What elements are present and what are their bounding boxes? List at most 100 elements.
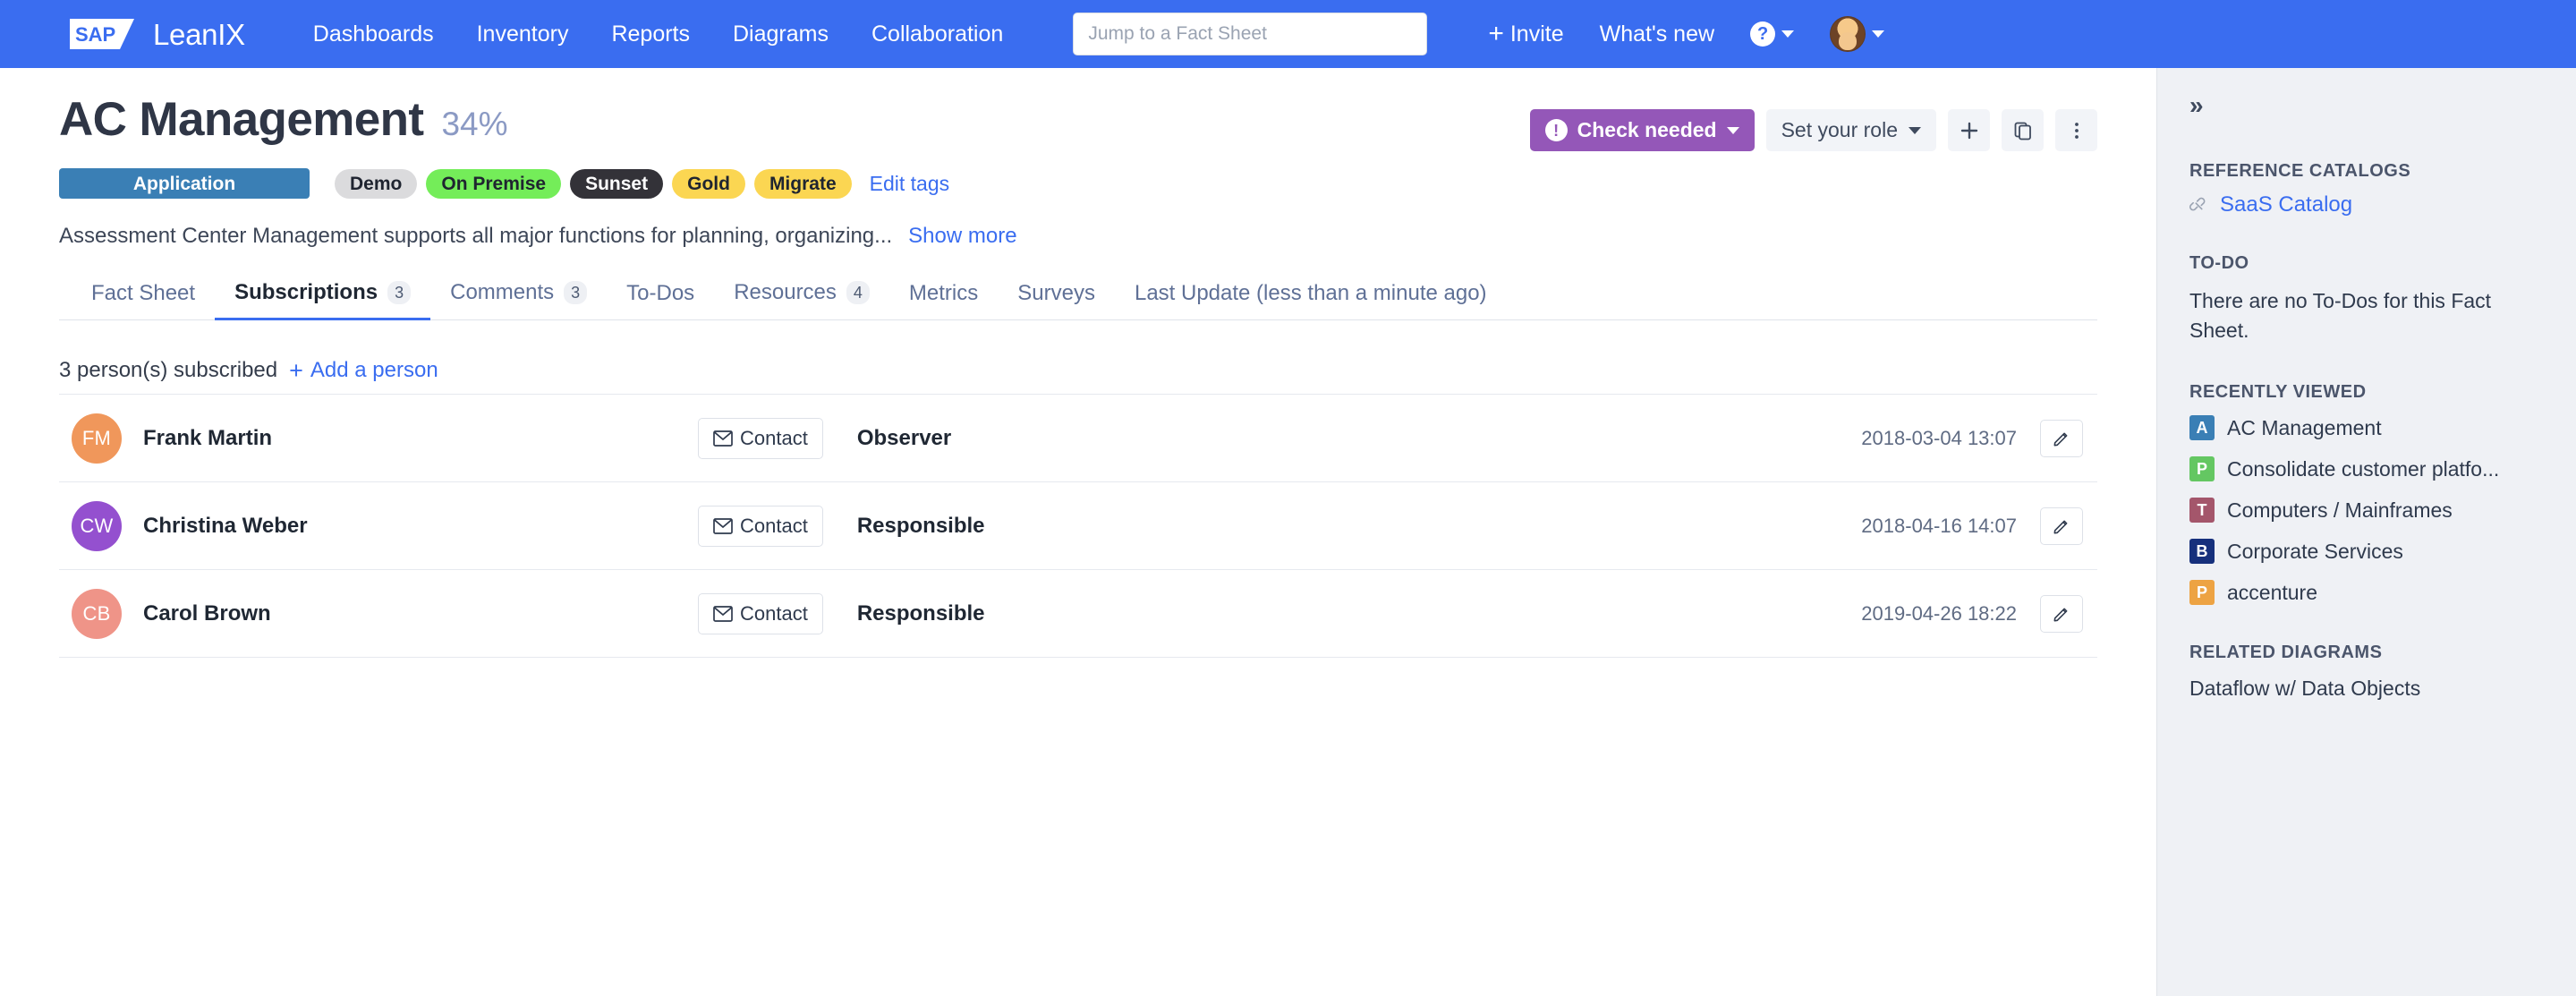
chevron-down-icon — [1872, 30, 1885, 38]
contact-button[interactable]: Contact — [698, 417, 823, 459]
global-search — [1073, 13, 1428, 55]
contact-button[interactable]: Contact — [698, 592, 823, 634]
tab-last-update[interactable]: Last Update (less than a minute ago) — [1115, 283, 1507, 319]
tab-label: Fact Sheet — [91, 281, 196, 306]
help-icon: ? — [1750, 21, 1776, 47]
tab-resources[interactable]: Resources 4 — [714, 281, 889, 319]
recently-viewed-section: RECENTLY VIEWED A AC Management P Consol… — [2189, 382, 2544, 606]
tab-label: Resources — [734, 280, 837, 305]
tab-comments[interactable]: Comments 3 — [430, 281, 607, 319]
nav-link-reports[interactable]: Reports — [609, 18, 692, 51]
tab-label: Surveys — [1017, 281, 1095, 306]
fact-sheet-type-icon: A — [2189, 415, 2215, 441]
tab-count-badge: 3 — [387, 281, 412, 305]
fact-sheet-description: Assessment Center Management supports al… — [59, 224, 893, 248]
tab-count-badge: 3 — [564, 281, 588, 305]
tab-fact-sheet[interactable]: Fact Sheet — [72, 283, 215, 319]
tab-label: Last Update (less than a minute ago) — [1134, 281, 1487, 306]
table-row: CW Christina Weber Contact Responsible 2… — [59, 482, 2097, 571]
show-more-link[interactable]: Show more — [908, 224, 1016, 249]
list-item[interactable]: P Consolidate customer platfo... — [2189, 456, 2544, 482]
more-options-button[interactable] — [2055, 109, 2097, 151]
add-button[interactable] — [1948, 109, 1990, 151]
avatar: CW — [72, 500, 122, 551]
collapse-panel-button[interactable]: » — [2189, 93, 2204, 118]
subscriber-name: Frank Martin — [143, 425, 273, 450]
tab-metrics[interactable]: Metrics — [889, 283, 998, 319]
todo-section: TO-DO There are no To-Dos for this Fact … — [2189, 253, 2544, 345]
tag-sunset[interactable]: Sunset — [570, 168, 664, 199]
tag-demo[interactable]: Demo — [335, 168, 418, 199]
exclamation-icon: ! — [1544, 119, 1568, 141]
brand-name: LeanIX — [153, 17, 245, 51]
related-diagrams-section: RELATED DIAGRAMS Dataflow w/ Data Object… — [2189, 643, 2544, 702]
nav-link-inventory[interactable]: Inventory — [475, 18, 571, 51]
sap-logo-icon: SAP — [70, 17, 145, 51]
fact-sheet-type-icon: P — [2189, 580, 2215, 606]
mail-icon — [713, 518, 733, 534]
help-menu[interactable]: ? — [1750, 21, 1795, 47]
invite-button[interactable]: + Invite — [1488, 21, 1563, 47]
related-diagram-link[interactable]: Dataflow w/ Data Objects — [2189, 676, 2544, 702]
avatar: CB — [72, 588, 122, 639]
set-your-role-button[interactable]: Set your role — [1765, 109, 1936, 151]
edit-tags-link[interactable]: Edit tags — [870, 173, 950, 194]
check-needed-button[interactable]: ! Check needed — [1529, 109, 1755, 151]
pencil-icon — [2053, 432, 2068, 447]
whats-new-link[interactable]: What's new — [1600, 22, 1714, 46]
list-item[interactable]: A AC Management — [2189, 415, 2544, 441]
duplicate-button[interactable] — [2002, 109, 2044, 151]
user-menu[interactable] — [1830, 16, 1885, 52]
plus-icon: + — [289, 356, 303, 384]
completion-percentage: 34% — [441, 106, 508, 142]
plus-icon — [1960, 122, 1977, 139]
recently-viewed-label: accenture — [2227, 580, 2318, 604]
fact-sheet-type-icon: P — [2189, 456, 2215, 482]
list-item[interactable]: P accenture — [2189, 580, 2544, 606]
subscriptions-header: 3 person(s) subscribed + Add a person — [59, 358, 2097, 383]
brand-logo[interactable]: SAP LeanIX — [70, 17, 245, 51]
tag-gold[interactable]: Gold — [672, 168, 745, 199]
tags-row: Application Demo On Premise Sunset Gold … — [59, 168, 2097, 199]
subscription-date: 2018-04-16 14:07 — [1861, 514, 2017, 537]
tag-on-premise[interactable]: On Premise — [426, 168, 562, 199]
page-title: AC Management — [59, 93, 424, 146]
nav-link-dashboards[interactable]: Dashboards — [311, 18, 436, 51]
check-needed-label: Check needed — [1577, 118, 1717, 141]
list-item[interactable]: B Corporate Services — [2189, 539, 2544, 565]
nav-link-diagrams[interactable]: Diagrams — [731, 18, 830, 51]
edit-subscription-button[interactable] — [2040, 507, 2083, 545]
add-a-person-button[interactable]: + Add a person — [289, 356, 438, 384]
plus-icon: + — [1488, 19, 1504, 48]
set-role-label: Set your role — [1781, 118, 1898, 141]
fact-sheet-type-badge[interactable]: Application — [59, 168, 310, 199]
nav-link-collaboration[interactable]: Collaboration — [870, 18, 1005, 51]
fact-sheet-header: AC Management 34% ! Check needed Set you… — [0, 68, 2156, 321]
tab-count-badge: 4 — [846, 281, 870, 305]
section-title: REFERENCE CATALOGS — [2189, 161, 2411, 181]
saas-catalog-link[interactable]: SaaS Catalog — [2189, 194, 2544, 216]
tab-surveys[interactable]: Surveys — [998, 283, 1115, 319]
recently-viewed-label: AC Management — [2227, 415, 2382, 439]
main-content: AC Management 34% ! Check needed Set you… — [0, 68, 2156, 996]
list-item[interactable]: T Computers / Mainframes — [2189, 498, 2544, 524]
tab-label: Comments — [450, 280, 555, 305]
chevron-down-icon — [1781, 30, 1795, 38]
contact-label: Contact — [740, 426, 808, 449]
pencil-icon — [2053, 520, 2068, 534]
subscriber-role: Responsible — [856, 513, 985, 538]
contact-button[interactable]: Contact — [698, 505, 823, 547]
edit-subscription-button[interactable] — [2040, 419, 2083, 457]
invite-label: Invite — [1509, 21, 1564, 47]
nav-right-actions: + Invite What's new ? — [1488, 16, 1885, 52]
tab-label: Subscriptions — [234, 280, 378, 305]
kebab-menu-icon — [2074, 122, 2079, 139]
search-input[interactable] — [1073, 13, 1428, 55]
fact-sheet-type-icon: T — [2189, 498, 2215, 524]
edit-subscription-button[interactable] — [2040, 594, 2083, 633]
mail-icon — [713, 606, 733, 622]
tag-migrate[interactable]: Migrate — [753, 168, 852, 199]
mail-icon — [713, 430, 733, 447]
tab-to-dos[interactable]: To-Dos — [607, 283, 714, 319]
tab-subscriptions[interactable]: Subscriptions 3 — [215, 280, 431, 321]
